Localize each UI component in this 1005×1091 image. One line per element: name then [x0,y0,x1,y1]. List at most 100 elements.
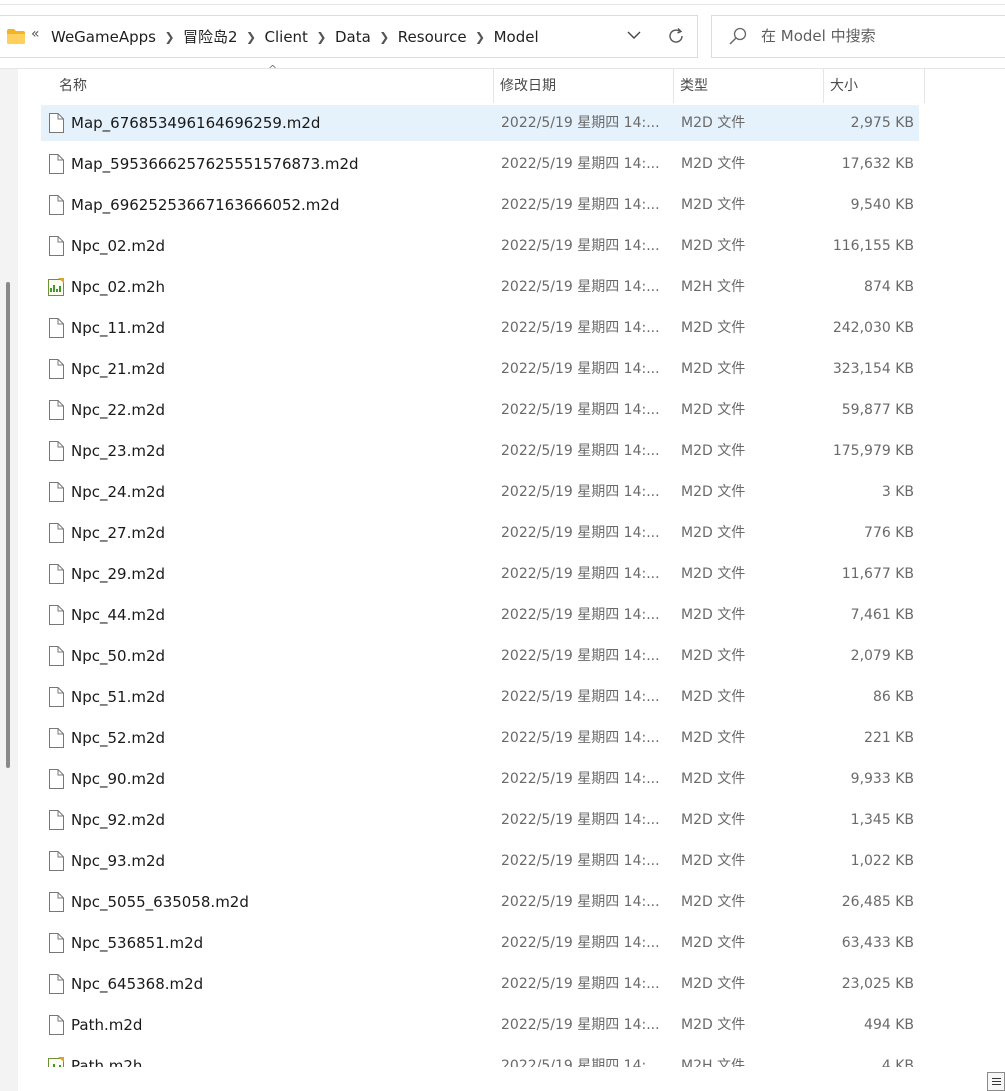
chevron-right-icon[interactable]: ❯ [238,30,265,44]
blank-file-icon [47,482,65,502]
file-row[interactable]: Path.m2h 2022/5/19 星期四 14:... M2H 文件 4 KB [41,1048,919,1067]
file-size: 59,877 KB [841,402,914,418]
file-date: 2022/5/19 星期四 14:... [501,935,660,951]
file-row[interactable]: Npc_93.m2d 2022/5/19 星期四 14:... M2D 文件 1,02… [41,843,919,879]
file-size: 1,345 KB [850,812,914,828]
file-type: M2D 文件 [681,115,746,131]
file-date: 2022/5/19 星期四 14:... [501,238,660,254]
file-row[interactable]: Npc_11.m2d 2022/5/19 星期四 14:... M2D 文件 242,… [41,310,919,346]
file-row[interactable]: Map_69625253667163666052.m2d 2022/5/19 星期… [41,187,919,223]
file-name: Map_5953666257625551576873.m2d [71,155,359,173]
address-bar[interactable]: « WeGameApps ❯ 冒险岛2 ❯ Client ❯ Data ❯ Re… [0,15,698,58]
file-row[interactable]: Npc_50.m2d 2022/5/19 星期四 14:... M2D 文件 2,07… [41,638,919,674]
chevron-right-icon[interactable]: ❯ [467,30,494,44]
file-row[interactable]: Npc_27.m2d 2022/5/19 星期四 14:... M2D 文件 776 … [41,515,919,551]
crumb-model[interactable]: Model [494,28,539,46]
file-size: 86 KB [872,689,914,705]
file-name: Path.m2d [71,1016,143,1034]
file-date: 2022/5/19 星期四 14:... [501,648,660,664]
file-type: M2D 文件 [681,853,746,869]
file-row[interactable]: Map_676853496164696259.m2d 2022/5/19 星期四 … [41,105,919,141]
file-type: M2H 文件 [681,279,745,295]
file-date: 2022/5/19 星期四 14:... [501,1017,660,1033]
file-date: 2022/5/19 星期四 14:... [501,730,660,746]
crumb-data[interactable]: Data [335,28,371,46]
file-size: 494 KB [864,1017,914,1033]
chevron-right-icon[interactable]: ❯ [371,30,398,44]
file-type: M2D 文件 [681,566,746,582]
blank-file-icon [47,318,65,338]
file-row[interactable]: Npc_22.m2d 2022/5/19 星期四 14:... M2D 文件 59,8… [41,392,919,428]
blank-file-icon [47,728,65,748]
blank-file-icon [47,359,65,379]
column-divider[interactable] [673,69,674,103]
file-row[interactable]: Npc_90.m2d 2022/5/19 星期四 14:... M2D 文件 9,93… [41,761,919,797]
search-input[interactable] [761,24,991,48]
file-size: 116,155 KB [832,238,914,254]
window-edge [0,4,1005,5]
search-box[interactable] [711,15,1005,58]
file-name: Path.m2h [71,1057,143,1067]
file-date: 2022/5/19 星期四 14:... [501,566,660,582]
file-row[interactable]: Npc_536851.m2d 2022/5/19 星期四 14:... M2D 文件… [41,925,919,961]
file-row[interactable]: Npc_24.m2d 2022/5/19 星期四 14:... M2D 文件 3 KB [41,474,919,510]
file-row[interactable]: Npc_02.m2h 2022/5/19 星期四 14:... M2H 文件 874 … [41,269,919,305]
file-size: 63,433 KB [841,935,914,951]
file-row[interactable]: Path.m2d 2022/5/19 星期四 14:... M2D 文件 494 KB [41,1007,919,1043]
file-row[interactable]: Npc_5055_635058.m2d 2022/5/19 星期四 14:... M… [41,884,919,920]
file-row[interactable]: Npc_02.m2d 2022/5/19 星期四 14:... M2D 文件 116,… [41,228,919,264]
navigation-pane[interactable] [0,69,18,1091]
file-name: Npc_92.m2d [71,811,166,829]
file-name: Npc_52.m2d [71,729,166,747]
chevron-right-icon[interactable]: ❯ [156,30,183,44]
nav-scrollbar[interactable] [6,282,10,768]
column-divider[interactable] [493,69,494,103]
blank-file-icon [47,687,65,707]
chevron-right-icon[interactable]: ❯ [308,30,335,44]
column-divider[interactable] [924,69,925,103]
file-row[interactable]: Npc_21.m2d 2022/5/19 星期四 14:... M2D 文件 323,… [41,351,919,387]
column-divider[interactable] [823,69,824,103]
refresh-icon[interactable] [665,25,687,47]
file-row[interactable]: Map_5953666257625551576873.m2d 2022/5/19 … [41,146,919,182]
column-size[interactable]: 大小 [830,69,925,103]
details-view-button[interactable] [987,1072,1005,1091]
file-row[interactable]: Npc_44.m2d 2022/5/19 星期四 14:... M2D 文件 7,46… [41,597,919,633]
file-date: 2022/5/19 星期四 14:... [501,484,660,500]
blank-file-icon [47,523,65,543]
file-row[interactable]: Npc_51.m2d 2022/5/19 星期四 14:... M2D 文件 86 K… [41,679,919,715]
file-date: 2022/5/19 星期四 14:... [501,894,660,910]
overflow-chevron[interactable]: « [31,26,40,42]
blank-file-icon [47,441,65,461]
column-header: ^ 名称 修改日期 类型 大小 [40,63,925,103]
chevron-down-icon[interactable] [624,25,644,45]
crumb-resource[interactable]: Resource [398,28,467,46]
blank-file-icon [47,974,65,994]
file-row[interactable]: Npc_645368.m2d 2022/5/19 星期四 14:... M2D 文件… [41,966,919,1002]
column-type[interactable]: 类型 [680,69,830,103]
file-row[interactable]: Npc_92.m2d 2022/5/19 星期四 14:... M2D 文件 1,34… [41,802,919,838]
column-date[interactable]: 修改日期 [500,69,680,103]
blank-file-icon [47,810,65,830]
column-name[interactable]: 名称 [59,69,493,103]
file-type: M2D 文件 [681,730,746,746]
folder-icon [7,29,25,48]
file-type: M2D 文件 [681,443,746,459]
file-date: 2022/5/19 星期四 14:... [501,525,660,541]
crumb-maplestory2[interactable]: 冒险岛2 [183,26,238,47]
file-date: 2022/5/19 星期四 14:... [501,853,660,869]
file-name: Npc_02.m2h [71,278,166,296]
crumb-wegameapps[interactable]: WeGameApps [51,28,156,46]
file-row[interactable]: Npc_52.m2d 2022/5/19 星期四 14:... M2D 文件 221 … [41,720,919,756]
file-type: M2D 文件 [681,361,746,377]
file-name: Npc_90.m2d [71,770,166,788]
file-type: M2D 文件 [681,1017,746,1033]
blank-file-icon [47,605,65,625]
crumb-client[interactable]: Client [265,28,308,46]
file-name: Npc_22.m2d [71,401,166,419]
file-name: Npc_23.m2d [71,442,166,460]
file-size: 9,933 KB [850,771,914,787]
blank-file-icon [47,769,65,789]
file-row[interactable]: Npc_29.m2d 2022/5/19 星期四 14:... M2D 文件 11,6… [41,556,919,592]
file-row[interactable]: Npc_23.m2d 2022/5/19 星期四 14:... M2D 文件 175,… [41,433,919,469]
